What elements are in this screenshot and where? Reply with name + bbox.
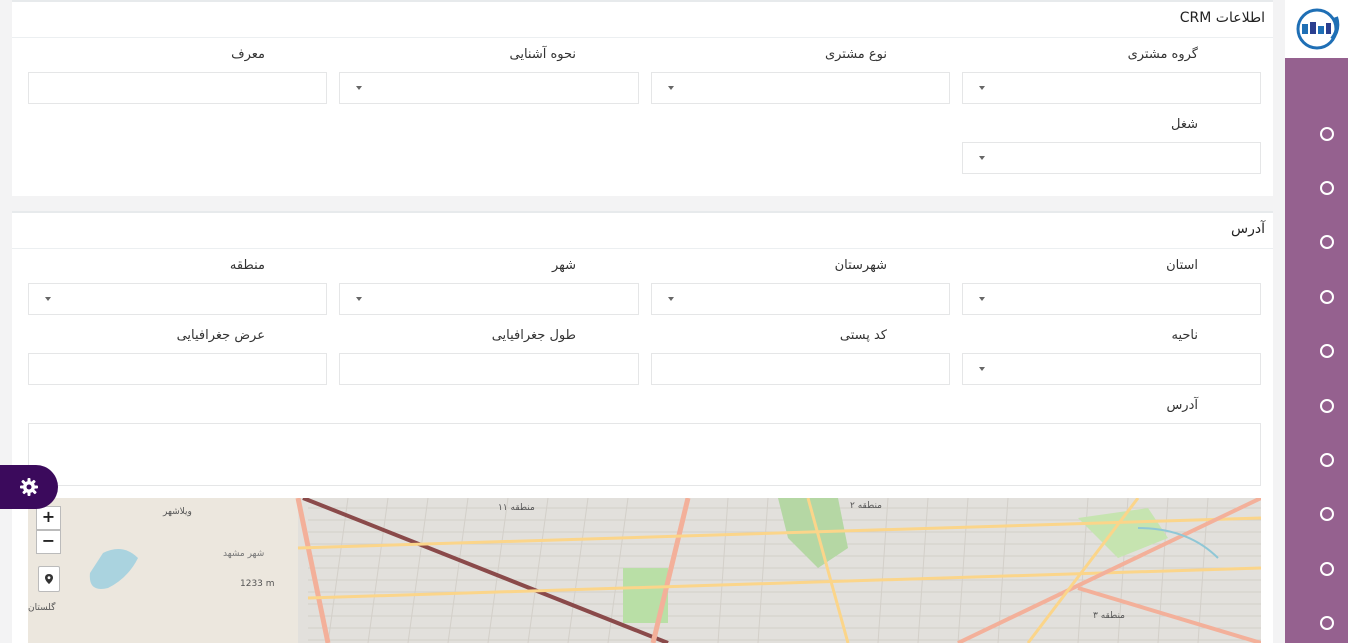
sidebar-item-9[interactable] bbox=[1320, 562, 1334, 576]
chevron-down-icon bbox=[668, 86, 674, 90]
map-label-golestan: گلستان bbox=[28, 601, 56, 613]
acquaintance-select[interactable] bbox=[339, 72, 639, 104]
latitude-input[interactable] bbox=[28, 353, 327, 385]
referrer-input[interactable] bbox=[28, 72, 327, 104]
right-sidebar bbox=[1285, 0, 1348, 643]
customer-type-select[interactable] bbox=[651, 72, 950, 104]
map-label-shahr-mashhad: شهر مشهد bbox=[223, 549, 264, 559]
province-label: استان bbox=[1166, 258, 1198, 273]
map-tiles: منطقه ۱۱ منطقه ۲ منطقه ۳ ویلاشهر شهر مشه… bbox=[28, 498, 1261, 643]
chevron-down-icon bbox=[356, 86, 362, 90]
gear-icon bbox=[20, 478, 38, 496]
chevron-down-icon bbox=[45, 297, 51, 301]
sidebar-item-2[interactable] bbox=[1320, 181, 1334, 195]
map-label-zone2: منطقه ۲ bbox=[850, 501, 882, 511]
city-label: شهر bbox=[551, 258, 576, 273]
district-label: ناحیه bbox=[1171, 328, 1198, 343]
referrer-label: معرف bbox=[231, 47, 265, 62]
sidebar-item-4[interactable] bbox=[1320, 290, 1334, 304]
acquaintance-label: نحوه آشنایی bbox=[509, 47, 576, 62]
job-label: شغل bbox=[1170, 117, 1198, 132]
sidebar-item-6[interactable] bbox=[1320, 399, 1334, 413]
county-label: شهرستان bbox=[834, 258, 887, 273]
province-select[interactable] bbox=[962, 283, 1261, 315]
zoom-out-button[interactable]: − bbox=[36, 530, 61, 554]
customer-type-label: نوع مشتری bbox=[824, 47, 887, 62]
chevron-down-icon bbox=[979, 86, 985, 90]
postal-code-label: کد پستی bbox=[839, 328, 887, 343]
zone-select[interactable] bbox=[28, 283, 327, 315]
sidebar-item-3[interactable] bbox=[1320, 235, 1334, 249]
sidebar-item-7[interactable] bbox=[1320, 453, 1334, 467]
map-label-zone3: منطقه ۳ bbox=[1093, 611, 1125, 621]
customer-group-label: گروه مشتری bbox=[1127, 47, 1198, 62]
map-label-elevation: 1233 m bbox=[240, 579, 275, 589]
longitude-label: طول جغرافیایی bbox=[491, 328, 576, 343]
company-logo-icon bbox=[1296, 8, 1339, 50]
map-label-zone11: منطقه ۱۱ bbox=[498, 503, 535, 513]
sidebar-item-1[interactable] bbox=[1320, 127, 1334, 141]
logo[interactable] bbox=[1285, 0, 1348, 58]
address-label: آدرس bbox=[1166, 398, 1198, 413]
chevron-down-icon bbox=[979, 297, 985, 301]
sidebar-item-8[interactable] bbox=[1320, 507, 1334, 521]
address-textarea[interactable] bbox=[28, 423, 1261, 486]
settings-button[interactable] bbox=[0, 465, 58, 509]
customer-group-select[interactable] bbox=[962, 72, 1261, 104]
locate-button[interactable] bbox=[38, 566, 60, 592]
postal-code-input[interactable] bbox=[651, 353, 950, 385]
district-select[interactable] bbox=[962, 353, 1261, 385]
latitude-label: عرض جغرافیایی bbox=[176, 328, 265, 343]
main-content: اطلاعات CRM گروه مشتری نوع مشتری نحوه آش… bbox=[0, 0, 1285, 643]
sidebar-item-5[interactable] bbox=[1320, 344, 1334, 358]
map-label-vilashahr: ویلاشهر bbox=[162, 507, 192, 517]
county-select[interactable] bbox=[651, 283, 950, 315]
address-card-title: آدرس bbox=[12, 213, 1273, 249]
chevron-down-icon bbox=[668, 297, 674, 301]
chevron-down-icon bbox=[356, 297, 362, 301]
job-select[interactable] bbox=[962, 142, 1261, 174]
longitude-input[interactable] bbox=[339, 353, 639, 385]
city-select[interactable] bbox=[339, 283, 639, 315]
location-map[interactable]: منطقه ۱۱ منطقه ۲ منطقه ۳ ویلاشهر شهر مشه… bbox=[28, 498, 1261, 643]
map-marker-icon bbox=[45, 574, 53, 584]
crm-card-title: اطلاعات CRM bbox=[12, 2, 1273, 38]
chevron-down-icon bbox=[979, 156, 985, 160]
chevron-down-icon bbox=[979, 367, 985, 371]
zone-label: منطقه bbox=[229, 258, 265, 273]
sidebar-item-10[interactable] bbox=[1320, 616, 1334, 630]
zoom-in-button[interactable]: + bbox=[36, 506, 61, 530]
